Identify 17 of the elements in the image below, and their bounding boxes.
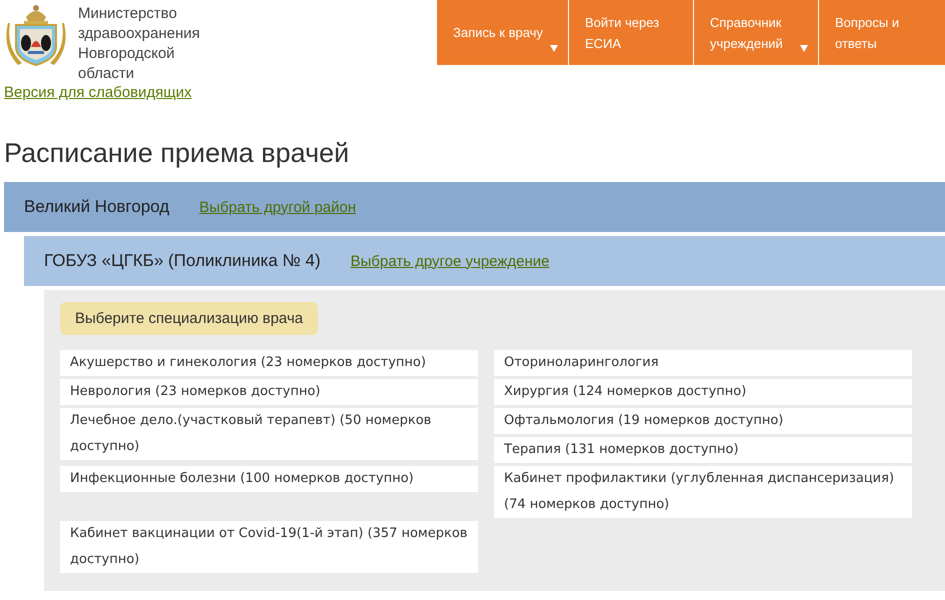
specialty-item[interactable]: Неврология (23 номерков доступно): [60, 379, 478, 405]
specialty-item[interactable]: Инфекционные болезни (100 номерков доступно): [60, 466, 478, 492]
specialty-item[interactable]: Оториноларингология: [494, 350, 912, 376]
specialty-item[interactable]: Терапия (131 номерков доступно): [494, 437, 912, 463]
page-title: Расписание приема врачей: [4, 137, 350, 170]
institution-name: ГОБУЗ «ЦГКБ» (Поликлиника № 4): [44, 251, 320, 271]
specialty-item[interactable]: Хирургия (124 номерков доступно): [494, 379, 912, 405]
specialty-item[interactable]: Кабинет вакцинации от Covid-19(1-й этап) (357 номерков доступно): [60, 521, 478, 573]
district-name: Великий Новгород: [24, 197, 170, 217]
accessibility-version-link[interactable]: Версия для слабовидящих: [4, 84, 218, 101]
specialty-item[interactable]: Лечебное дело.(участковый терапевт) (50 номерков доступно): [60, 408, 478, 460]
specialty-item[interactable]: Кабинет профилактики (углубленная диспансеризация) (74 номерков доступно): [494, 466, 912, 518]
coat-of-arms-icon: [4, 3, 68, 69]
organization-name: Министерство здравоохранения Новгородской области: [78, 4, 201, 84]
specialty-item[interactable]: Акушерство и гинекология (23 номерков доступно): [60, 350, 478, 376]
specialty-prompt: Выберите специализацию врача: [60, 302, 318, 335]
specialty-item[interactable]: Офтальмология (19 номерков доступно): [494, 408, 912, 434]
